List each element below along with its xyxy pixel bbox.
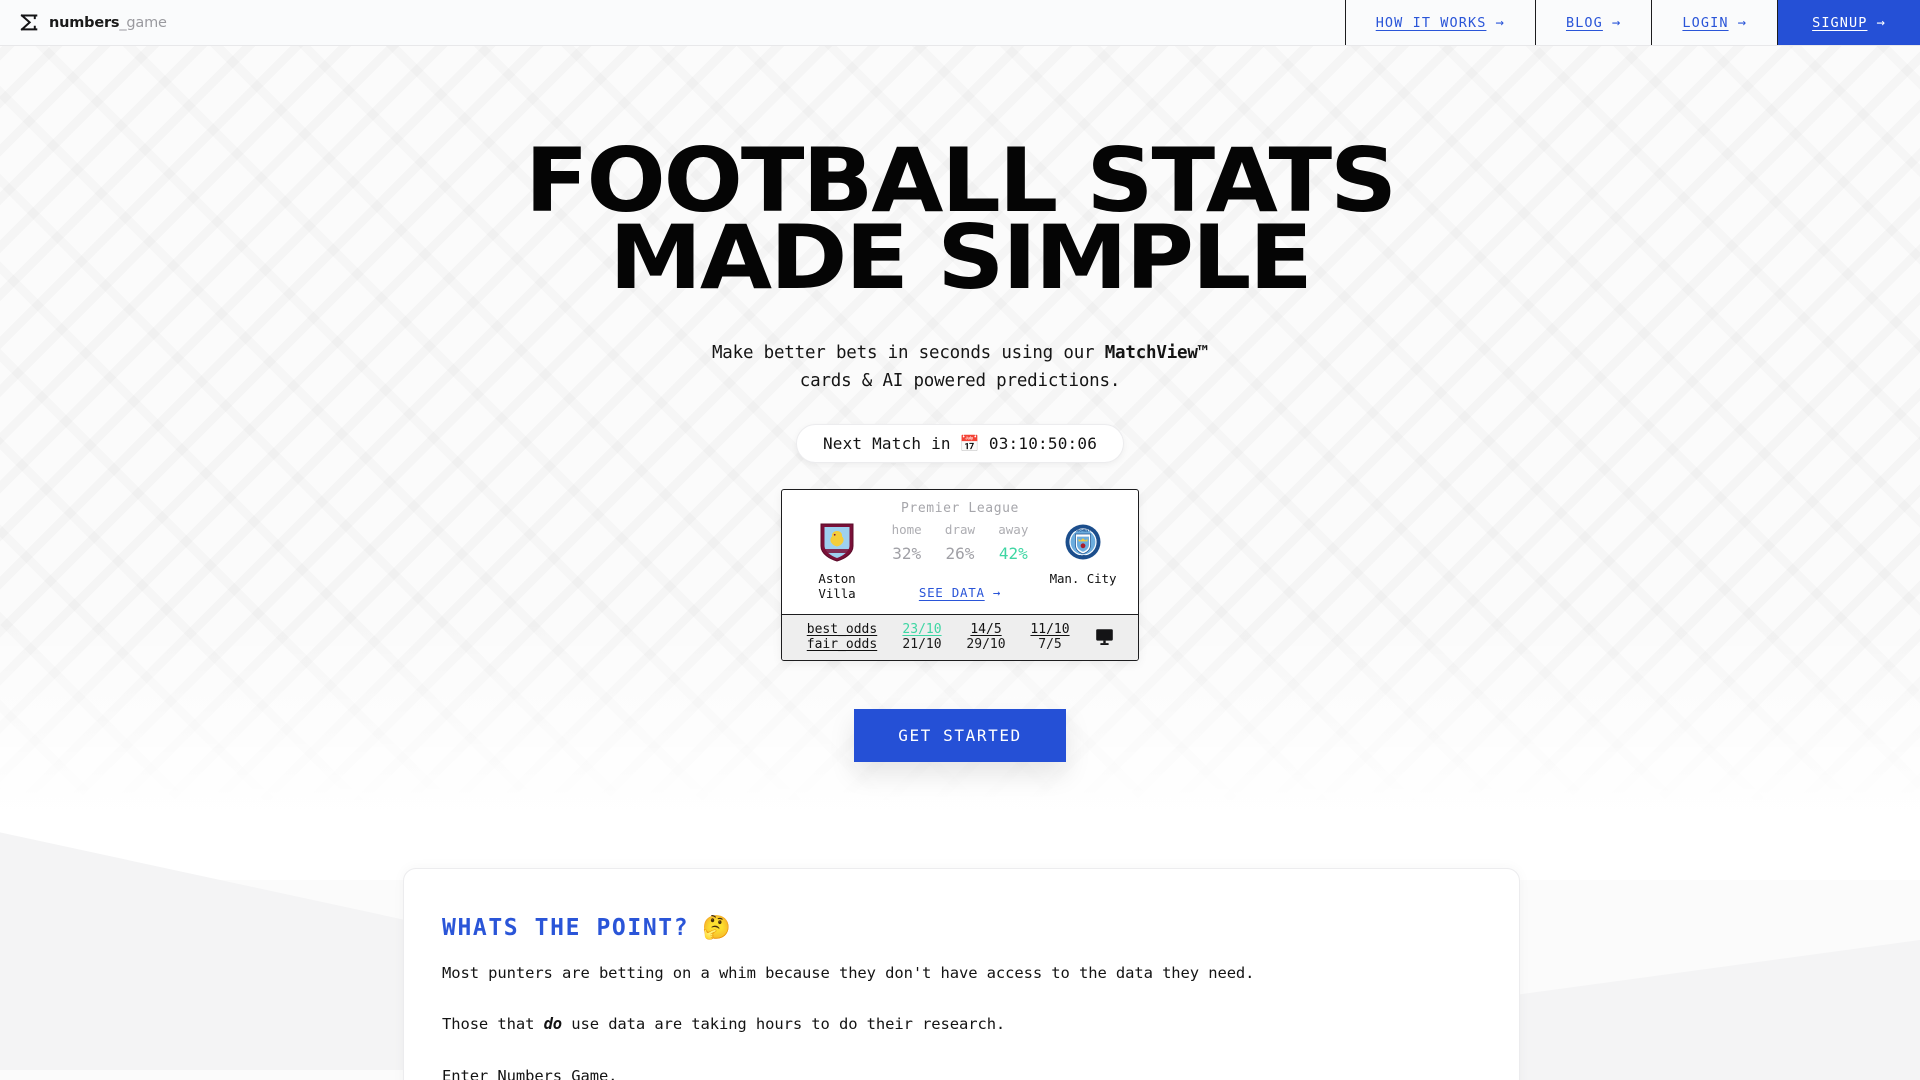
best-odds-draw: 14/5 — [970, 621, 1002, 637]
away-team: MANCHESTER CITY Man. City — [1040, 522, 1126, 587]
nav-label-signup: SIGNUP — [1812, 14, 1868, 31]
outcome-away-label: away — [998, 521, 1029, 537]
odds-device-icon-wrap[interactable] — [1082, 627, 1126, 646]
monitor-icon — [1095, 629, 1113, 646]
brand-name: numbers_game — [49, 15, 167, 31]
point-paragraph-2-pre: Those that — [442, 1015, 544, 1034]
outcome-home-label: home — [891, 521, 922, 537]
outcome-draw-value: 26% — [945, 543, 975, 563]
whats-the-point-card: WHATS THE POINT? 🤔 Most punters are bett… — [403, 868, 1520, 1080]
outcome-home-value: 32% — [892, 543, 922, 563]
landing-page: numbers_game HOW IT WORKS → BLOG → LOGIN… — [0, 0, 1920, 1080]
get-started-button[interactable]: GET STARTED — [854, 708, 1066, 762]
headline-line-2: MADE SIMPLE — [609, 206, 1313, 310]
calendar-icon: 📅 — [959, 433, 980, 453]
navbar: numbers_game HOW IT WORKS → BLOG → LOGIN… — [0, 0, 1920, 46]
odds-table: best_odds 23/10 14/5 11/10 fair_odds 21/… — [794, 622, 1082, 652]
fair-odds-label: fair_odds — [806, 636, 878, 652]
svg-text:MANCHESTER: MANCHESTER — [1071, 528, 1095, 532]
countdown-wrapper: Next Match in 📅 03:10:50:06 — [0, 423, 1920, 463]
league-name: Premier League — [901, 500, 1019, 516]
away-team-name: Man. City — [1050, 571, 1117, 587]
best-odds-row: best_odds 23/10 14/5 11/10 — [794, 622, 1082, 637]
sigma-icon — [20, 14, 38, 31]
home-team-name-line1: Aston — [818, 570, 856, 586]
point-paragraph-3: Enter Numbers Game. — [442, 1066, 618, 1080]
arrow-right-icon: → — [1495, 14, 1505, 31]
point-paragraph-2: Those that do use data are taking hours … — [442, 1012, 1481, 1036]
nav-item-login[interactable]: LOGIN → — [1651, 0, 1778, 45]
svg-text:CITY: CITY — [1079, 554, 1088, 558]
outcome-draw: draw 26% — [933, 522, 986, 563]
best-odds-away: 11/10 — [1030, 621, 1070, 637]
fair-odds-row: fair_odds 21/10 29/10 7/5 — [794, 637, 1082, 652]
home-team: Aston Villa — [794, 522, 880, 602]
best-odds-home: 23/10 — [902, 621, 942, 637]
subtitle-text-2: cards & AI powered predictions. — [799, 371, 1121, 392]
cta-wrapper: GET STARTED — [0, 708, 1920, 762]
home-team-name: Aston Villa — [818, 571, 855, 602]
outcome-away-value: 42% — [998, 543, 1028, 563]
point-paragraph-1: Most punters are betting on a whim becau… — [442, 964, 1255, 982]
odds-panel: best_odds 23/10 14/5 11/10 fair_odds 21/… — [782, 613, 1138, 660]
countdown-label: Next Match in — [822, 433, 951, 453]
point-paragraph-2-post: use data are taking hours to do their re… — [562, 1015, 1006, 1034]
nav-label-login: LOGIN — [1682, 14, 1729, 31]
best-odds-label: best_odds — [806, 621, 878, 637]
outcome-home: home 32% — [880, 522, 933, 563]
outcome-labels-row: home 32% draw 26% away 42% — [880, 522, 1040, 563]
man-city-crest: MANCHESTER CITY — [1065, 524, 1101, 560]
nav-item-blog[interactable]: BLOG → — [1534, 0, 1652, 45]
match-card[interactable]: Premier League Aston Villa home 32% draw… — [781, 488, 1139, 661]
nav-label-how-it-works: HOW IT WORKS — [1375, 14, 1487, 31]
section-title-text: WHATS THE POINT? — [442, 914, 690, 941]
home-team-name-line2: Villa — [818, 586, 856, 602]
page-title: FOOTBALL STATS MADE SIMPLE — [0, 137, 1920, 310]
brand-name-primary: numbers — [49, 14, 120, 31]
point-paragraph-2-emphasis: do — [543, 1015, 563, 1034]
fair-odds-away: 7/5 — [1038, 636, 1062, 652]
outcome-draw-label: draw — [944, 521, 976, 537]
brand-name-suffix: _game — [119, 14, 167, 31]
nav-label-blog: BLOG — [1565, 14, 1603, 31]
brand-logo[interactable]: numbers_game — [0, 0, 1345, 45]
hero-section: FOOTBALL STATS MADE SIMPLE Make better b… — [0, 137, 1920, 762]
match-card-body: Aston Villa home 32% draw 26% away 42% S… — [794, 522, 1126, 602]
outcome-away: away 42% — [987, 522, 1040, 563]
countdown-timer: 03:10:50:06 — [988, 433, 1098, 453]
match-card-top: Premier League Aston Villa home 32% draw… — [782, 490, 1138, 614]
arrow-right-icon: → — [1737, 14, 1748, 31]
match-card-wrapper: Premier League Aston Villa home 32% draw… — [0, 488, 1920, 661]
match-outcomes: home 32% draw 26% away 42% SEE DATA → — [880, 522, 1040, 600]
thinking-face-icon: 🤔 — [702, 915, 733, 941]
nav-item-signup[interactable]: SIGNUP → — [1777, 0, 1920, 45]
arrow-right-icon: → — [1611, 14, 1622, 31]
section-title: WHATS THE POINT? 🤔 — [442, 914, 1481, 942]
away-team-name-line1: Man. City — [1049, 570, 1117, 586]
see-data-link[interactable]: SEE DATA → — [880, 585, 1040, 600]
next-match-countdown: Next Match in 📅 03:10:50:06 — [795, 423, 1125, 463]
arrow-right-icon: → — [1876, 14, 1886, 31]
arrow-right-icon: → — [992, 584, 1002, 600]
subtitle-brand: MatchView™ — [1104, 342, 1209, 363]
see-data-label: SEE DATA — [918, 584, 985, 600]
hero-subtitle: Make better bets in seconds using our Ma… — [0, 339, 1920, 396]
fair-odds-draw: 29/10 — [966, 636, 1006, 652]
nav-links: HOW IT WORKS → BLOG → LOGIN → SIGNUP → — [1344, 0, 1920, 45]
nav-item-how-it-works[interactable]: HOW IT WORKS → — [1344, 0, 1535, 45]
subtitle-text-1: Make better bets in seconds using our — [711, 342, 1105, 363]
aston-villa-crest — [820, 523, 854, 562]
fair-odds-home: 21/10 — [902, 636, 942, 652]
